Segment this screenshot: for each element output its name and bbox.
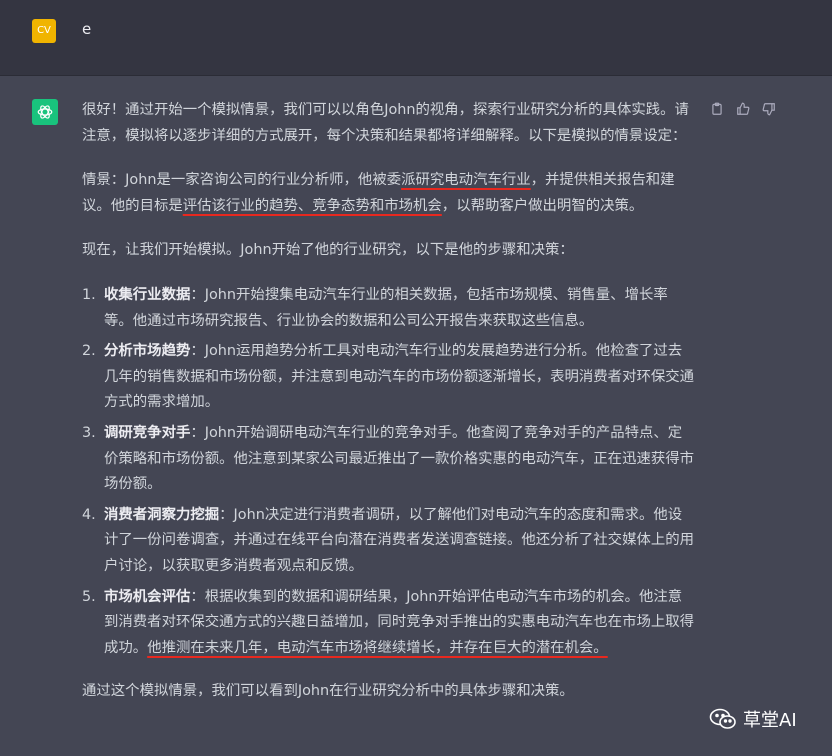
step-number: 1. bbox=[82, 286, 96, 303]
steps-list: 1. 收集行业数据：John开始搜集电动汽车行业的相关数据，包括市场规模、销售量、… bbox=[82, 283, 696, 661]
list-item: 5. 市场机会评估：根据收集到的数据和调研结果，John开始评估电动汽车市场的机会… bbox=[82, 585, 696, 662]
wechat-icon bbox=[709, 708, 736, 729]
scenario-text-3: ，以帮助客户做出明智的决策。 bbox=[441, 197, 644, 214]
thumbs-down-icon[interactable] bbox=[760, 100, 778, 118]
step-title: 市场机会评估 bbox=[104, 588, 191, 605]
chatgpt-logo-icon bbox=[32, 99, 58, 125]
highlight-ev-industry: 派研究电动汽车行业 bbox=[401, 172, 531, 189]
step-number: 3. bbox=[82, 424, 96, 441]
step-title: 调研竞争对手 bbox=[104, 424, 191, 441]
thumbs-up-icon[interactable] bbox=[734, 100, 752, 118]
copy-icon[interactable] bbox=[708, 100, 726, 118]
scenario-paragraph: 情景：John是一家咨询公司的行业分析师，他被委派研究电动汽车行业，并提供相关报… bbox=[82, 168, 696, 219]
message-actions bbox=[708, 100, 778, 118]
highlight-prediction: 他推测在未来几年，电动汽车市场将继续增长，并存在巨大的潜在机会。 bbox=[147, 639, 608, 656]
list-item: 1. 收集行业数据：John开始搜集电动汽车行业的相关数据，包括市场规模、销售量、… bbox=[82, 283, 696, 334]
step-title: 收集行业数据 bbox=[104, 286, 191, 303]
step-text: ：John运用趋势分析工具对电动汽车行业的发展趋势进行分析。他检查了过去几年的销… bbox=[104, 343, 695, 411]
step-number: 2. bbox=[82, 343, 96, 360]
scenario-text-1: 情景：John是一家咨询公司的行业分析师，他被委 bbox=[82, 172, 402, 189]
step-number: 4. bbox=[82, 506, 96, 523]
user-avatar: CV bbox=[32, 19, 56, 43]
user-message-text: e bbox=[82, 20, 92, 38]
step-title: 消费者洞察力挖掘 bbox=[104, 506, 220, 523]
list-item: 2. 分析市场趋势：John运用趋势分析工具对电动汽车行业的发展趋势进行分析。他检… bbox=[82, 339, 696, 416]
user-message-row: CV e bbox=[0, 0, 832, 76]
list-item: 4. 消费者洞察力挖掘：John决定进行消费者调研，以了解他们对电动汽车的态度和需… bbox=[82, 503, 696, 580]
conclusion-paragraph: 通过这个模拟情景，我们可以看到John在行业研究分析中的具体步骤和决策。 bbox=[82, 683, 574, 700]
lead-in-paragraph: 现在，让我们开始模拟。John开始了他的行业研究，以下是他的步骤和决策： bbox=[82, 242, 574, 259]
step-title: 分析市场趋势 bbox=[104, 343, 191, 360]
step-number: 5. bbox=[82, 588, 96, 605]
assistant-message: 很好！通过开始一个模拟情景，我们可以以角色John的视角，探索行业研究分析的具体… bbox=[82, 98, 696, 724]
highlight-goal: 评估该行业的趋势、竞争态势和市场机会 bbox=[182, 197, 442, 214]
list-item: 3. 调研竞争对手：John开始调研电动汽车行业的竞争对手。他查阅了竞争对手的产品… bbox=[82, 421, 696, 498]
watermark: 草堂AI bbox=[709, 706, 797, 732]
watermark-text: 草堂AI bbox=[743, 710, 797, 731]
step-text: ：John开始调研电动汽车行业的竞争对手。他查阅了竞争对手的产品特点、定价策略和… bbox=[104, 424, 695, 493]
intro-paragraph: 很好！通过开始一个模拟情景，我们可以以角色John的视角，探索行业研究分析的具体… bbox=[82, 102, 689, 144]
